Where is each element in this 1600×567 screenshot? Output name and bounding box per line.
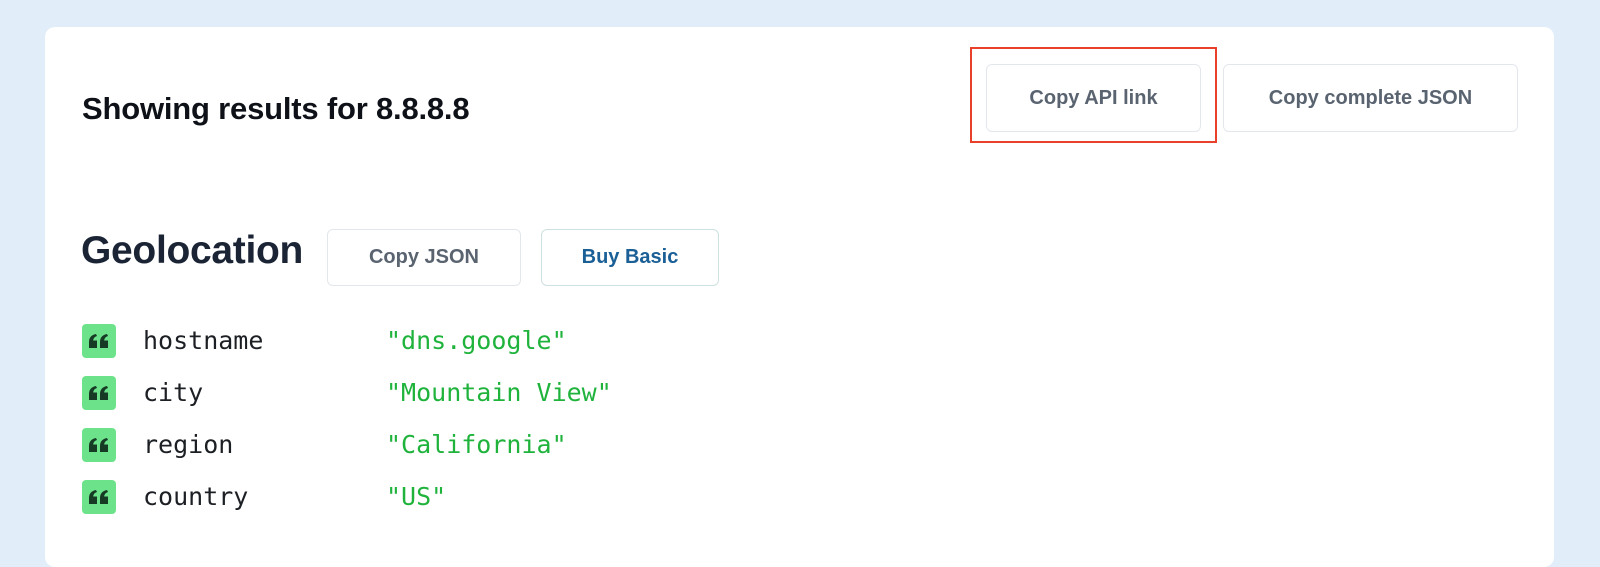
field-value: "California" <box>386 430 567 459</box>
field-row-hostname: hostname "dns.google" <box>82 324 682 358</box>
results-prefix: Showing results for <box>82 91 368 126</box>
quote-icon <box>82 428 116 462</box>
quote-icon <box>82 480 116 514</box>
field-value: "dns.google" <box>386 326 567 355</box>
field-value: "US" <box>386 482 447 511</box>
quote-icon <box>82 324 116 358</box>
results-card: Showing results for 8.8.8.8 Copy API lin… <box>45 27 1554 567</box>
copy-api-link-button[interactable]: Copy API link <box>986 64 1201 132</box>
quote-icon <box>82 376 116 410</box>
field-key: country <box>143 482 249 511</box>
buy-basic-button[interactable]: Buy Basic <box>541 229 719 286</box>
field-key: hostname <box>143 326 264 355</box>
field-key: city <box>143 378 204 407</box>
field-row-country: country "US" <box>82 480 682 514</box>
field-key: region <box>143 430 234 459</box>
field-row-city: city "Mountain View" <box>82 376 682 410</box>
geolocation-title: Geolocation <box>81 229 304 272</box>
results-ip: 8.8.8.8 <box>375 91 470 126</box>
copy-complete-json-button[interactable]: Copy complete JSON <box>1223 64 1518 132</box>
field-value: "Mountain View" <box>386 378 612 407</box>
copy-json-button[interactable]: Copy JSON <box>327 229 521 286</box>
field-row-region: region "California" <box>82 428 682 462</box>
results-title: Showing results for 8.8.8.8 <box>82 91 470 127</box>
